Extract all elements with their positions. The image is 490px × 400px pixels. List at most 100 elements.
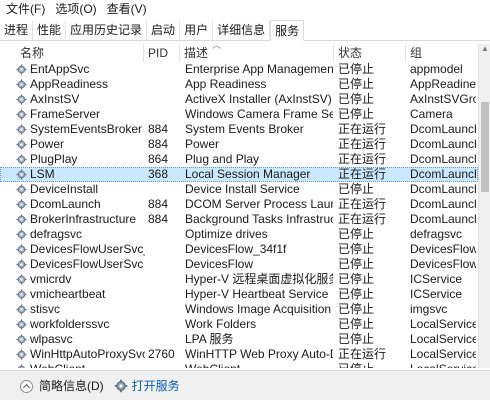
service-pid bbox=[148, 227, 180, 242]
service-pid bbox=[148, 107, 180, 122]
service-row[interactable]: defragsvc Optimize drives 已停止 defragsvc bbox=[0, 227, 478, 242]
service-group: DevicesFlow bbox=[410, 242, 476, 256]
service-group: DcomLaunch bbox=[410, 212, 476, 226]
service-group: LocalService bbox=[410, 362, 476, 368]
service-gear-icon bbox=[16, 334, 27, 345]
service-name: vmicrdv bbox=[30, 272, 72, 286]
menu-options[interactable]: 选项(O) bbox=[49, 0, 100, 19]
service-row[interactable]: BrokerInfrastructure 884 Background Tasks … bbox=[0, 212, 478, 227]
service-row[interactable]: SystemEventsBroker 884 System Events Broke… bbox=[0, 122, 478, 137]
service-row[interactable]: WebClient WebClient 已停止 LocalService bbox=[0, 362, 478, 368]
service-name: defragsvc bbox=[30, 227, 83, 241]
service-description: DevicesFlow bbox=[185, 257, 254, 271]
menu-bar: 文件(F) 选项(O) 查看(V) bbox=[0, 0, 490, 19]
service-row[interactable]: WinHttpAutoProxySvc 2760 WinHTTP Web Proxy… bbox=[0, 347, 478, 362]
service-status: 已停止 bbox=[338, 62, 375, 76]
service-name: wlpasvc bbox=[30, 332, 73, 346]
service-status: 正在运行 bbox=[338, 197, 387, 211]
service-row[interactable]: stisvc Windows Image Acquisition (WIA) 已停止… bbox=[0, 302, 478, 317]
column-header-pid[interactable]: PID bbox=[144, 44, 180, 62]
service-row[interactable]: workfolderssvc Work Folders 已停止 LocalServic… bbox=[0, 317, 478, 332]
service-gear-icon bbox=[16, 79, 27, 90]
service-group: ICService bbox=[410, 272, 463, 286]
service-description: Enterprise App Management Ser... bbox=[185, 62, 333, 76]
service-row[interactable]: DevicesFlowUserSvc DevicesFlow 已停止 DevicesF… bbox=[0, 257, 478, 272]
chevron-up-icon bbox=[20, 379, 33, 393]
service-name: vmicheartbeat bbox=[30, 287, 106, 301]
service-description: Background Tasks Infrastructure... bbox=[185, 212, 333, 226]
service-row[interactable]: vmicheartbeat Hyper-V Heartbeat Service 已停… bbox=[0, 287, 478, 302]
service-name: DevicesFlowUserSvc_34f1f bbox=[30, 242, 145, 256]
service-group: ICService bbox=[410, 287, 463, 301]
service-description: Work Folders bbox=[185, 317, 257, 331]
service-pid bbox=[148, 62, 180, 77]
menu-view[interactable]: 查看(V) bbox=[101, 0, 151, 19]
service-description: Local Session Manager bbox=[185, 167, 311, 181]
tab-performance[interactable]: 性能 bbox=[33, 21, 67, 40]
column-header-group[interactable]: 组 bbox=[406, 44, 478, 62]
service-gear-icon bbox=[16, 229, 27, 240]
service-pid: 884 bbox=[148, 137, 169, 151]
service-gear-icon bbox=[16, 109, 27, 120]
tab-startup[interactable]: 启动 bbox=[147, 21, 181, 40]
service-status: 已停止 bbox=[338, 242, 375, 256]
service-group: DcomLaunch bbox=[410, 122, 476, 136]
service-description: Windows Image Acquisition (WIA) bbox=[185, 302, 333, 316]
tab-app-history[interactable]: 应用历史记录 bbox=[66, 21, 148, 40]
tab-details[interactable]: 详细信息 bbox=[213, 21, 271, 40]
brief-info-label: 简略信息(D) bbox=[39, 379, 104, 393]
service-name: LSM bbox=[30, 167, 55, 181]
service-row[interactable]: vmicrdv Hyper-V 远程桌面虚拟化服务 已停止 ICService bbox=[0, 272, 478, 287]
column-header-status[interactable]: 状态 bbox=[334, 44, 406, 62]
service-name: FrameServer bbox=[30, 107, 101, 121]
service-row[interactable]: wlpasvc LPA 服务 已停止 LocalService bbox=[0, 332, 478, 347]
service-description: ActiveX Installer (AxInstSV) bbox=[185, 92, 332, 106]
scrollbar-thumb[interactable] bbox=[481, 102, 489, 192]
footer-bar: 简略信息(D) 打开服务 bbox=[0, 370, 490, 400]
service-description: Optimize drives bbox=[185, 227, 268, 241]
column-header-name[interactable]: 名称 bbox=[16, 44, 144, 62]
service-row[interactable]: DeviceInstall Device Install Service 已停止 Dc… bbox=[0, 182, 478, 197]
service-pid bbox=[148, 287, 180, 302]
service-group: DcomLaunch bbox=[410, 197, 476, 211]
service-description: App Readiness bbox=[185, 77, 267, 91]
service-row[interactable]: DevicesFlowUserSvc_34f1f DevicesFlow_34f1… bbox=[0, 242, 478, 257]
service-name: AppReadiness bbox=[30, 77, 109, 91]
service-pid bbox=[148, 362, 180, 368]
service-gear-icon bbox=[16, 304, 27, 315]
service-status: 已停止 bbox=[338, 92, 375, 106]
service-gear-icon bbox=[16, 349, 27, 360]
service-row[interactable]: AppReadiness App Readiness 已停止 AppReadiness bbox=[0, 77, 478, 92]
service-pid bbox=[148, 257, 180, 272]
tab-users[interactable]: 用户 bbox=[180, 21, 214, 40]
service-row[interactable]: Power 884 Power 正在运行 DcomLaunch bbox=[0, 137, 478, 152]
service-name: PlugPlay bbox=[30, 152, 78, 166]
service-row[interactable]: DcomLaunch 884 DCOM Server Process Launche… bbox=[0, 197, 478, 212]
menu-file[interactable]: 文件(F) bbox=[0, 0, 49, 19]
vertical-scrollbar[interactable]: ▲ bbox=[478, 44, 490, 368]
service-pid: 2760 bbox=[148, 347, 175, 361]
service-group: DcomLaunch bbox=[410, 152, 476, 166]
scroll-up-icon[interactable]: ▲ bbox=[481, 44, 489, 54]
service-row[interactable]: PlugPlay 864 Plug and Play 正在运行 DcomLaunch bbox=[0, 152, 478, 167]
service-status: 已停止 bbox=[338, 332, 375, 346]
service-pid: 884 bbox=[148, 212, 169, 226]
service-row[interactable]: AxInstSV ActiveX Installer (AxInstSV) 已停止 A… bbox=[0, 92, 478, 107]
brief-info-button[interactable]: 简略信息(D) bbox=[0, 376, 104, 396]
open-services-link[interactable]: 打开服务 bbox=[114, 376, 180, 396]
service-gear-icon bbox=[16, 154, 27, 165]
service-row[interactable]: EntAppSvc Enterprise App Management Ser..… bbox=[0, 62, 478, 77]
service-status: 已停止 bbox=[338, 272, 375, 286]
service-row[interactable]: FrameServer Windows Camera Frame Server 已停… bbox=[0, 107, 478, 122]
column-header-description[interactable]: 描述 bbox=[180, 44, 334, 62]
service-gear-icon bbox=[16, 169, 27, 180]
column-header-row: ︿ 名称 PID 描述 状态 组 bbox=[0, 41, 478, 62]
service-gear-icon bbox=[16, 214, 27, 225]
tab-processes[interactable]: 进程 bbox=[0, 21, 34, 40]
service-name: WinHttpAutoProxySvc bbox=[30, 347, 145, 361]
tab-services[interactable]: 服务 bbox=[270, 20, 305, 41]
service-status: 正在运行 bbox=[338, 347, 387, 361]
service-gear-icon bbox=[16, 244, 27, 255]
service-row[interactable]: LSM 368 Local Session Manager 正在运行 DcomLaunc… bbox=[0, 167, 478, 182]
service-name: workfolderssvc bbox=[30, 317, 110, 331]
